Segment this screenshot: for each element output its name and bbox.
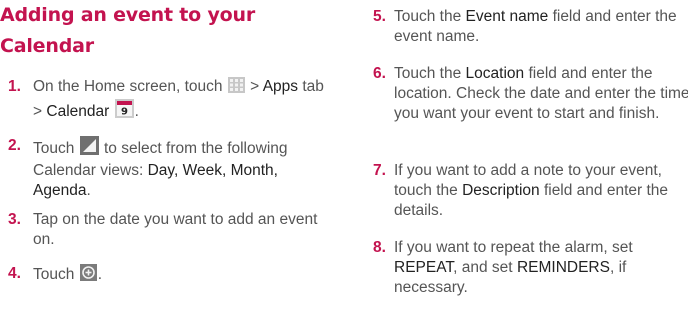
step-3: 3. Tap on the date you want to add an ev… bbox=[0, 210, 330, 252]
step-7: 7. If you want to add a note to your eve… bbox=[373, 161, 688, 223]
step-text: . bbox=[97, 266, 102, 283]
repeat-label: REPEAT bbox=[394, 259, 454, 276]
calendar-icon: 9 bbox=[114, 99, 134, 124]
right-column: 5. Touch the Event name field and enter … bbox=[373, 7, 688, 298]
heading-line-1: Adding an event to your bbox=[0, 4, 255, 26]
step-6: 6. Touch the Location field and enter th… bbox=[373, 64, 688, 146]
step-text: Touch the bbox=[394, 8, 462, 25]
event-name-label: Event name bbox=[465, 8, 549, 25]
add-event-icon bbox=[79, 264, 97, 287]
step-number: 6. bbox=[373, 65, 386, 82]
step-text: . bbox=[134, 103, 139, 120]
location-label: Location bbox=[465, 65, 525, 82]
left-column: 1. On the Home screen, touch > Apps tab … bbox=[0, 77, 330, 287]
step-text: Tap on the date you want to add an event… bbox=[33, 211, 318, 248]
step-4: 4. Touch . bbox=[0, 264, 330, 287]
step-text: On the Home screen, touch bbox=[33, 78, 223, 95]
step-5: 5. Touch the Event name field and enter … bbox=[373, 7, 688, 49]
view-select-icon bbox=[79, 136, 99, 161]
step-text: . bbox=[86, 182, 91, 199]
step-number: 8. bbox=[373, 239, 386, 256]
step-number: 7. bbox=[373, 162, 386, 179]
step-number: 5. bbox=[373, 8, 386, 25]
apps-label: Apps bbox=[262, 78, 299, 95]
description-label: Description bbox=[462, 182, 540, 199]
step-number: 4. bbox=[8, 265, 21, 282]
step-8: 8. If you want to repeat the alarm, set … bbox=[373, 238, 688, 298]
step-text: , and set bbox=[453, 259, 513, 276]
step-number: 2. bbox=[8, 137, 21, 154]
step-text: Touch the bbox=[394, 65, 462, 82]
calendar-icon-day: 9 bbox=[121, 107, 128, 118]
calendar-label: Calendar bbox=[46, 103, 110, 120]
step-text: > bbox=[250, 78, 260, 95]
step-number: 1. bbox=[8, 78, 21, 95]
step-number: 3. bbox=[8, 211, 21, 228]
step-text: Touch bbox=[33, 266, 75, 283]
apps-grid-icon bbox=[227, 77, 245, 99]
step-1: 1. On the Home screen, touch > Apps tab … bbox=[0, 77, 330, 120]
step-text: Touch bbox=[33, 140, 75, 157]
step-2: 2. Touch to select from the following Ca… bbox=[0, 136, 330, 199]
step-text: If you want to repeat the alarm, set bbox=[394, 239, 633, 256]
heading-line-2: Calendar bbox=[0, 35, 94, 57]
section-heading: Adding an event to your Calendar bbox=[0, 0, 255, 62]
reminders-label: REMINDERS bbox=[516, 259, 610, 276]
